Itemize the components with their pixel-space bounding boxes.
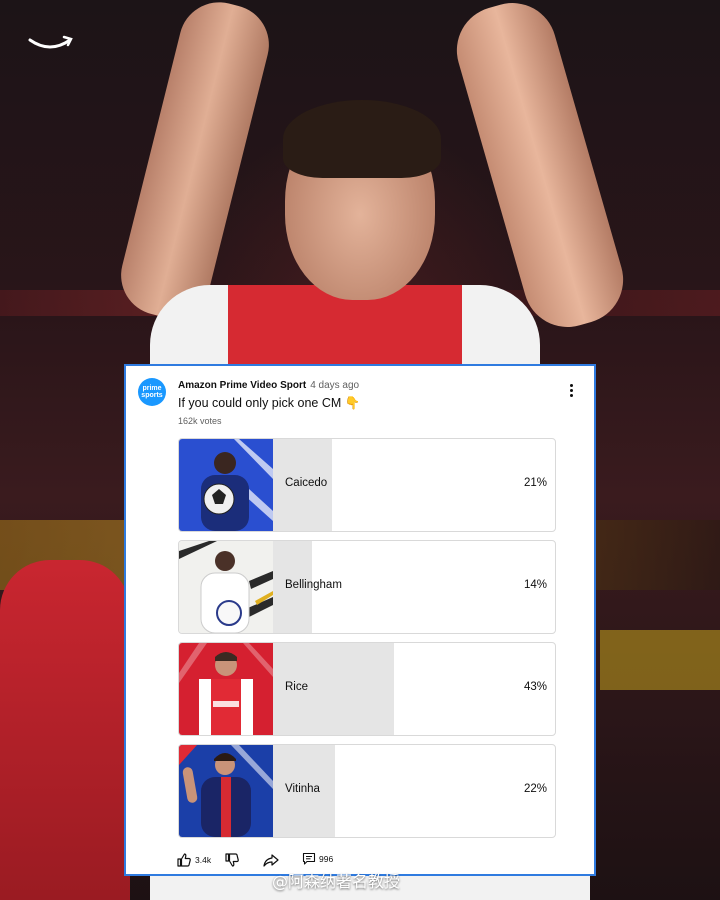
player-thumbnail xyxy=(179,643,273,735)
option-percent: 43% xyxy=(523,681,547,693)
option-label: Rice xyxy=(285,681,309,693)
player-thumbnail xyxy=(179,439,273,531)
poll-option-bellingham[interactable]: Bellingham 14% xyxy=(178,540,556,634)
option-label: Bellingham xyxy=(285,579,342,591)
comment-icon xyxy=(302,852,316,865)
more-options-icon[interactable] xyxy=(566,384,576,402)
share-icon xyxy=(263,854,279,867)
option-percent: 14% xyxy=(523,579,547,591)
poll-options: Caicedo 21% Bellingham 14% Rice 43% Viti… xyxy=(178,438,556,846)
player-thumbnail xyxy=(179,745,273,837)
option-label: Caicedo xyxy=(285,477,328,489)
vote-count: 162k votes xyxy=(178,416,222,426)
thumbs-down-icon xyxy=(225,853,239,867)
player-hair xyxy=(283,100,441,178)
player-thumbnail xyxy=(179,541,273,633)
poll-option-caicedo[interactable]: Caicedo 21% xyxy=(178,438,556,532)
post-time: 4 days ago xyxy=(310,380,360,391)
poll-option-vitinha[interactable]: Vitinha 22% xyxy=(178,744,556,838)
channel-avatar[interactable]: prime sports xyxy=(138,378,166,406)
like-button[interactable]: 3.4k xyxy=(176,852,211,868)
option-percent: 22% xyxy=(523,783,547,795)
prime-smile-logo-icon xyxy=(28,35,73,49)
share-button[interactable] xyxy=(262,852,280,868)
post-header: Amazon Prime Video Sport 4 days ago xyxy=(178,380,359,391)
weibo-watermark: @阿森纳著名教授 xyxy=(272,872,401,891)
channel-name[interactable]: Amazon Prime Video Sport xyxy=(178,380,306,391)
avatar-text-sports: sports xyxy=(141,392,163,399)
option-percent: 21% xyxy=(523,477,547,489)
like-count: 3.4k xyxy=(195,855,212,865)
thumbs-up-icon xyxy=(177,853,191,867)
comments-button[interactable]: 996 xyxy=(302,852,333,866)
dislike-button[interactable] xyxy=(224,852,240,868)
poll-option-rice[interactable]: Rice 43% xyxy=(178,642,556,736)
avatar-text-prime: prime xyxy=(142,385,162,392)
poll-question: If you could only pick one CM 👇 xyxy=(178,396,361,410)
option-label: Vitinha xyxy=(285,783,320,795)
community-poll-card: prime sports Amazon Prime Video Sport 4 d… xyxy=(124,364,596,876)
stadium-advert-board-right xyxy=(600,630,720,690)
teammate-back xyxy=(0,560,130,900)
comment-count: 996 xyxy=(319,854,334,864)
